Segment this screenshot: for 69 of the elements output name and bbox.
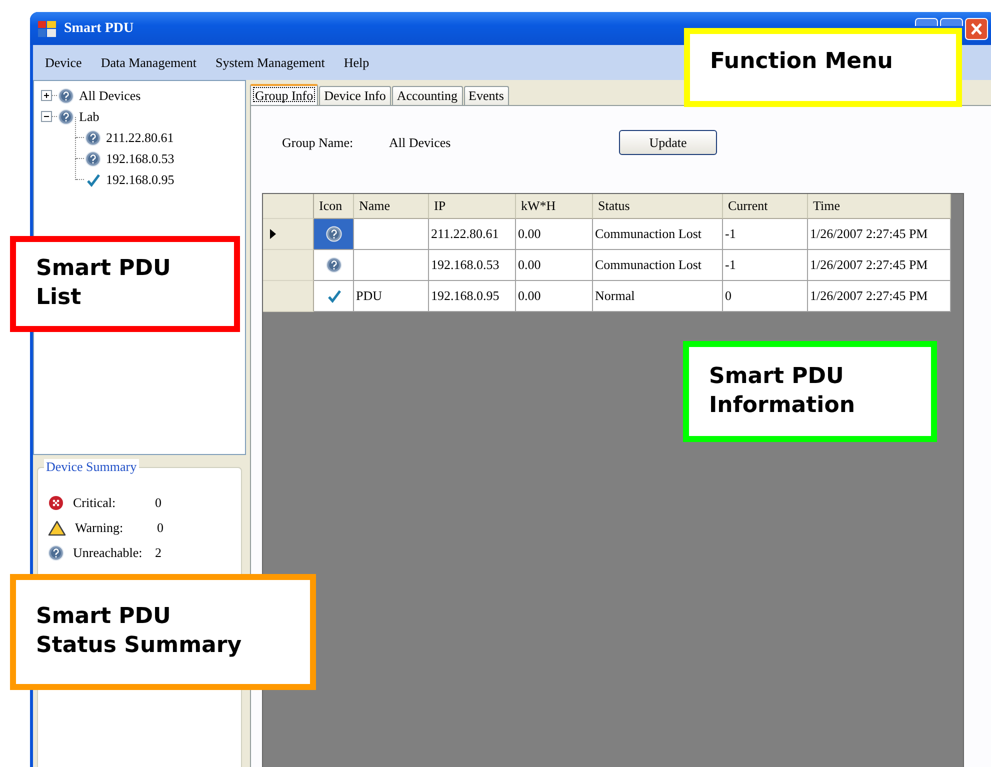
menu-item[interactable]: Help [336, 54, 380, 70]
question-icon [48, 544, 64, 560]
table-cell: 192.168.0.95 [429, 281, 516, 312]
field-label: Group Name: [282, 134, 354, 150]
tree-item[interactable]: Lab [79, 108, 100, 124]
table-cell: 0.00 [516, 219, 593, 250]
callout-label: Function Menu [684, 28, 962, 107]
column-header[interactable]: Status [593, 194, 723, 219]
table-cell: Communaction Lost [593, 250, 723, 281]
question-icon [85, 150, 101, 166]
warning-icon [48, 520, 66, 536]
tree-item[interactable]: All Devices [79, 88, 141, 104]
table-cell: -1 [723, 250, 808, 281]
tab[interactable]: Group Info [250, 84, 318, 105]
column-header[interactable]: Icon [314, 194, 354, 219]
column-header[interactable]: kW*H [516, 194, 593, 219]
tree-item[interactable]: 192.168.0.95 [106, 172, 174, 188]
table-cell: 211.22.80.61 [429, 219, 516, 250]
question-icon [326, 257, 342, 273]
tab[interactable]: Accounting [392, 86, 463, 105]
status-label: Warning: [75, 520, 124, 536]
status-label: Unreachable: [73, 544, 144, 560]
table-cell: 1/26/2007 2:27:45 PM [808, 281, 951, 312]
tab[interactable]: Device Info [319, 86, 391, 105]
table-cell: PDU [354, 281, 429, 312]
row-header [263, 194, 314, 219]
status-count: 0 [157, 520, 164, 536]
table-cell: Communaction Lost [593, 219, 723, 250]
menu-item[interactable]: System Management [207, 54, 336, 70]
expander-icon[interactable] [41, 90, 52, 101]
column-header[interactable]: IP [429, 194, 516, 219]
table-cell: 0 [723, 281, 808, 312]
question-icon [85, 130, 101, 146]
group-title: Device Summary [44, 459, 139, 475]
group-name: All Devices [389, 134, 452, 150]
close-icon[interactable] [965, 18, 988, 40]
table-cell: 192.168.0.53 [429, 250, 516, 281]
minimize-button[interactable] [915, 18, 938, 26]
table-cell: Normal [593, 281, 723, 312]
status-count: 0 [155, 494, 162, 510]
menu-item[interactable]: Device [37, 54, 93, 70]
column-header[interactable]: Time [808, 194, 951, 219]
callout-label: Smart PDU List [10, 236, 240, 332]
status-count: 2 [155, 544, 162, 560]
column-header[interactable]: Current [723, 194, 808, 219]
expander-icon[interactable] [41, 111, 52, 122]
update-button[interactable]: Update [619, 130, 717, 155]
tree-item[interactable]: 211.22.80.61 [106, 130, 174, 146]
table-cell: 0.00 [516, 250, 593, 281]
critical-icon [48, 494, 64, 510]
question-icon [326, 226, 342, 242]
tab[interactable]: Events [464, 86, 509, 105]
question-icon [58, 108, 74, 124]
table-cell: 1/26/2007 2:27:45 PM [808, 250, 951, 281]
callout-label: Smart PDU Status Summary [10, 574, 316, 690]
table-cell: 1/26/2007 2:27:45 PM [808, 219, 951, 250]
check-icon [326, 288, 342, 304]
status-label: Critical: [73, 494, 117, 510]
callout-label: Smart PDU Information [683, 341, 937, 442]
table-cell: -1 [723, 219, 808, 250]
check-icon [85, 172, 101, 188]
app-icon [38, 20, 56, 36]
column-header[interactable]: Name [354, 194, 429, 219]
table-cell: 0.00 [516, 281, 593, 312]
window-title: Smart PDU [64, 20, 134, 36]
maximize-button[interactable] [940, 18, 963, 26]
question-icon [58, 88, 74, 104]
tree-item[interactable]: 192.168.0.53 [106, 150, 174, 166]
menu-item[interactable]: Data Management [92, 54, 208, 70]
